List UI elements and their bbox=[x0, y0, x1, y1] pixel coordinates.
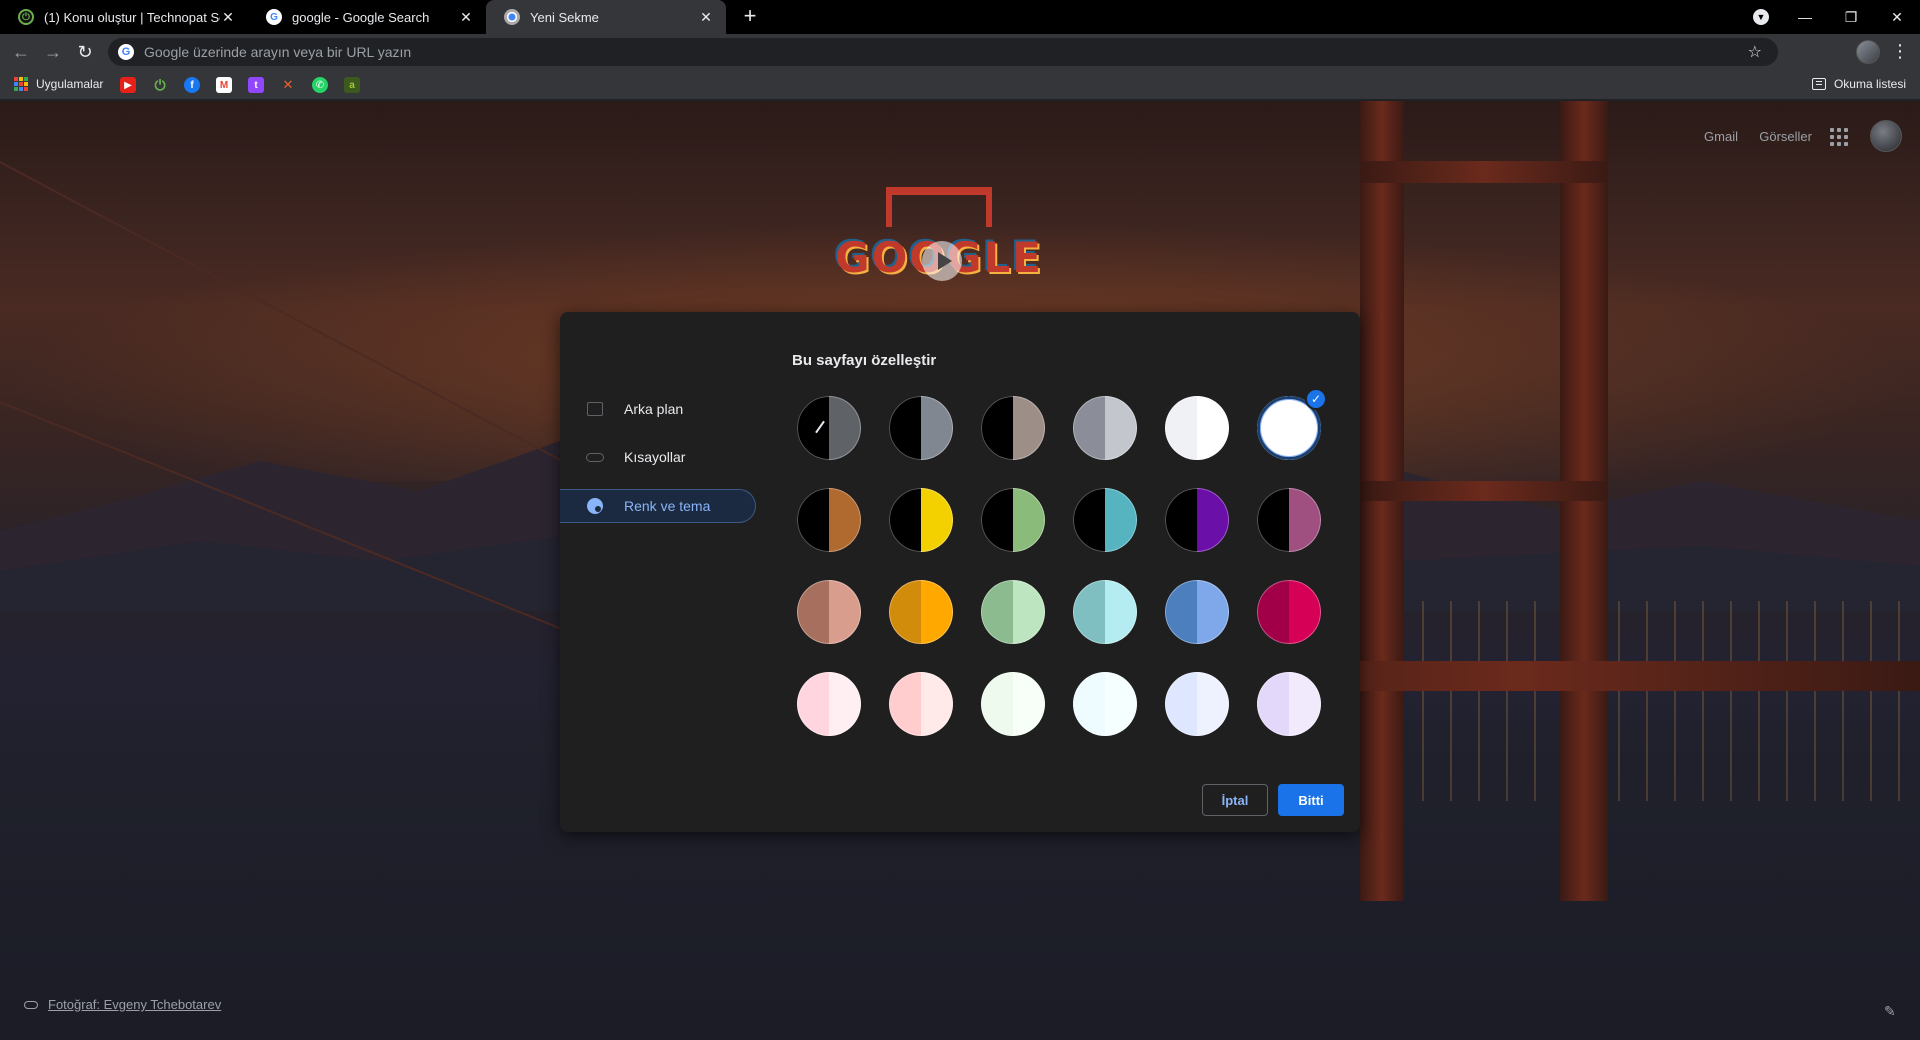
chevron-down-icon: ▼ bbox=[1753, 9, 1769, 25]
google-apps-icon[interactable] bbox=[1830, 128, 1848, 146]
theme-swatch[interactable] bbox=[981, 672, 1045, 736]
omnibox[interactable]: G ☆ bbox=[108, 38, 1778, 66]
bridge-tower-left bbox=[1360, 101, 1404, 901]
reading-list-button[interactable]: Okuma listesi bbox=[1811, 77, 1906, 91]
google-icon: G bbox=[118, 44, 134, 60]
bridge-tower-beam bbox=[1360, 481, 1608, 501]
theme-swatch[interactable] bbox=[1165, 672, 1229, 736]
theme-swatch[interactable] bbox=[797, 580, 861, 644]
theme-swatch[interactable] bbox=[1257, 580, 1321, 644]
theme-swatch[interactable] bbox=[1257, 672, 1321, 736]
link-icon bbox=[24, 1000, 38, 1009]
tab-google-search[interactable]: G google - Google Search ✕ bbox=[248, 0, 486, 34]
edit-pencil-icon[interactable]: ✎ bbox=[1884, 1003, 1896, 1020]
theme-swatch[interactable] bbox=[1073, 488, 1137, 552]
theme-swatch[interactable] bbox=[889, 396, 953, 460]
close-icon[interactable]: ✕ bbox=[698, 9, 714, 25]
tab-technopat[interactable]: ⏻ (1) Konu oluştur | Technopat Sosyal ✕ bbox=[0, 0, 248, 34]
google-doodle[interactable]: GOOGLE bbox=[834, 187, 1044, 317]
whatsapp-icon[interactable]: ✆ bbox=[312, 77, 328, 93]
tab-new-tab[interactable]: Yeni Sekme ✕ bbox=[486, 0, 726, 34]
forward-button[interactable]: → bbox=[40, 39, 66, 65]
chrome-icon bbox=[504, 9, 520, 25]
apps-bookmark[interactable]: Uygulamalar bbox=[14, 77, 103, 91]
checkmark-icon: ✓ bbox=[1305, 388, 1327, 410]
photo-credit[interactable]: Fotoğraf: Evgeny Tchebotarev bbox=[24, 997, 221, 1012]
theme-swatch[interactable] bbox=[1165, 396, 1229, 460]
theme-swatch[interactable] bbox=[981, 580, 1045, 644]
image-icon bbox=[586, 400, 604, 418]
profile-avatar[interactable] bbox=[1856, 40, 1880, 64]
menu-item-color-theme[interactable]: Renk ve tema bbox=[560, 489, 756, 523]
tab-search-button[interactable]: ▼ bbox=[1738, 0, 1784, 34]
theme-swatch[interactable] bbox=[981, 396, 1045, 460]
bookmark-star-icon[interactable]: ☆ bbox=[1748, 42, 1762, 62]
play-icon[interactable] bbox=[922, 241, 962, 281]
theme-swatch[interactable] bbox=[1165, 488, 1229, 552]
theme-swatch[interactable] bbox=[1257, 488, 1321, 552]
theme-swatch[interactable] bbox=[889, 672, 953, 736]
theme-swatch[interactable] bbox=[889, 580, 953, 644]
theme-swatch[interactable] bbox=[797, 672, 861, 736]
youtube-icon[interactable]: ▶ bbox=[120, 77, 136, 93]
apps-grid-icon bbox=[14, 77, 28, 91]
menu-item-shortcuts[interactable]: Kısayollar bbox=[560, 440, 756, 474]
cancel-button[interactable]: İptal bbox=[1202, 784, 1268, 816]
tab-strip: ⏻ (1) Konu oluştur | Technopat Sosyal ✕ … bbox=[0, 0, 1920, 34]
theme-swatch[interactable] bbox=[981, 488, 1045, 552]
theme-swatch[interactable] bbox=[1073, 396, 1137, 460]
power-icon[interactable]: ⏻ bbox=[152, 77, 168, 93]
address-input[interactable] bbox=[144, 44, 1644, 60]
palette-icon bbox=[586, 497, 604, 515]
done-button[interactable]: Bitti bbox=[1278, 784, 1344, 816]
facebook-icon[interactable]: f bbox=[184, 77, 200, 93]
images-link[interactable]: Görseller bbox=[1759, 129, 1812, 144]
reading-list-icon bbox=[1811, 78, 1826, 90]
new-tab-button[interactable]: + bbox=[738, 5, 762, 29]
menu-item-label: Kısayollar bbox=[624, 449, 686, 465]
theme-swatch[interactable] bbox=[1073, 580, 1137, 644]
customize-dialog: Bu sayfayı özelleştir Arka plan Kısayoll… bbox=[560, 312, 1360, 832]
menu-item-label: Renk ve tema bbox=[624, 498, 711, 514]
toolbar: ← → ↻ G ☆ ⋮ bbox=[0, 34, 1920, 70]
android-icon[interactable]: a bbox=[344, 77, 360, 93]
menu-item-background[interactable]: Arka plan bbox=[560, 392, 756, 426]
tab-title: Yeni Sekme bbox=[530, 9, 599, 25]
technopat-icon: ⏻ bbox=[18, 9, 34, 25]
tab-title: google - Google Search bbox=[292, 9, 430, 25]
reload-button[interactable]: ↻ bbox=[72, 39, 98, 65]
dialog-title: Bu sayfayı özelleştir bbox=[792, 352, 937, 369]
menu-item-label: Arka plan bbox=[624, 401, 684, 417]
x-icon[interactable]: ✕ bbox=[280, 77, 296, 93]
close-window-button[interactable]: ✕ bbox=[1874, 0, 1920, 34]
close-icon[interactable]: ✕ bbox=[220, 9, 236, 25]
gmail-link[interactable]: Gmail bbox=[1704, 129, 1738, 144]
reading-list-label: Okuma listesi bbox=[1833, 77, 1906, 91]
tab-title: (1) Konu oluştur | Technopat Sosyal bbox=[44, 9, 220, 25]
gmail-icon[interactable]: M bbox=[216, 77, 232, 93]
back-button[interactable]: ← bbox=[8, 39, 34, 65]
link-icon bbox=[586, 448, 604, 466]
theme-swatch[interactable] bbox=[797, 396, 861, 460]
theme-swatch[interactable] bbox=[797, 488, 861, 552]
google-icon: G bbox=[266, 9, 282, 25]
ntp-top-links: Gmail Görseller bbox=[1560, 120, 1920, 166]
twitch-icon[interactable]: t bbox=[248, 77, 264, 93]
apps-label: Uygulamalar bbox=[36, 77, 104, 91]
bookmarks-bar: Uygulamalar ▶ ⏻ f M t ✕ ✆ a Okuma listes… bbox=[0, 70, 1920, 100]
theme-swatch[interactable] bbox=[1073, 672, 1137, 736]
doodle-gate bbox=[886, 187, 992, 227]
bridge-tower-right bbox=[1560, 101, 1608, 901]
minimize-button[interactable]: — bbox=[1782, 0, 1828, 34]
photo-credit-link[interactable]: Fotoğraf: Evgeny Tchebotarev bbox=[48, 997, 221, 1012]
theme-swatch[interactable] bbox=[1165, 580, 1229, 644]
restore-button[interactable]: ❐ bbox=[1828, 0, 1874, 34]
account-avatar[interactable] bbox=[1870, 120, 1902, 152]
theme-swatch[interactable] bbox=[889, 488, 953, 552]
menu-kebab-icon[interactable]: ⋮ bbox=[1890, 40, 1910, 64]
close-icon[interactable]: ✕ bbox=[458, 9, 474, 25]
